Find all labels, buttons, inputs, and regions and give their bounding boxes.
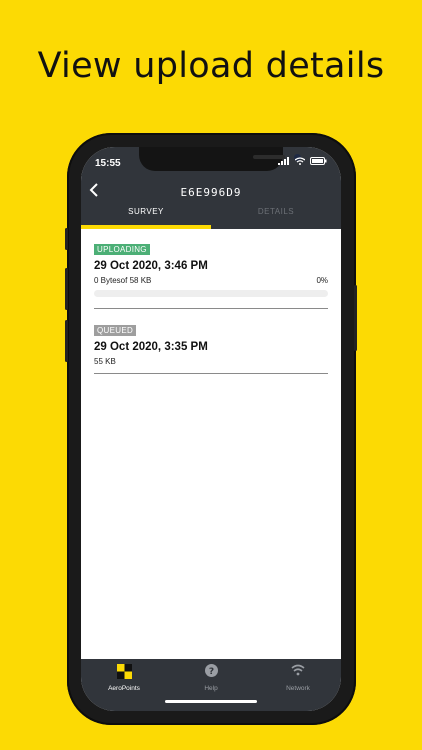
app-screen: 15:55 E6E996D9 SURVEY DETAILS UPLOADING …: [81, 147, 341, 711]
upload-item[interactable]: UPLOADING 29 Oct 2020, 3:46 PM 0 Bytesof…: [94, 239, 328, 285]
divider: [94, 308, 328, 309]
aeropoints-logo-icon: [117, 664, 132, 679]
signal-icon: [278, 157, 289, 165]
nav-label: Network: [286, 685, 310, 692]
nav-help[interactable]: ? Help: [168, 659, 254, 711]
wifi-status-icon: [295, 157, 305, 165]
upload-date: 29 Oct 2020, 3:35 PM: [94, 341, 208, 353]
status-time: 15:55: [95, 158, 121, 169]
upload-size: 0 Bytesof 58 KB: [94, 276, 152, 285]
status-badge: UPLOADING: [94, 244, 150, 255]
bottom-nav: AeroPoints ? Help Network: [81, 659, 341, 711]
nav-label: AeroPoints: [108, 685, 140, 692]
wifi-icon: [291, 664, 305, 676]
mute-switch: [65, 228, 68, 250]
headline: View upload details: [37, 46, 385, 86]
divider: [94, 373, 328, 374]
nav-label: Help: [204, 685, 218, 692]
status-badge: QUEUED: [94, 325, 137, 336]
upload-size: 55 KB: [94, 357, 116, 366]
status-icons: [278, 157, 327, 165]
volume-down-button: [65, 320, 68, 362]
svg-text:?: ?: [209, 667, 214, 677]
home-indicator[interactable]: [165, 700, 257, 703]
notch: [139, 147, 301, 171]
tab-survey[interactable]: SURVEY: [81, 207, 211, 216]
top-app-bar: 15:55 E6E996D9 SURVEY DETAILS: [81, 147, 341, 229]
nav-aeropoints[interactable]: AeroPoints: [81, 659, 167, 711]
upload-percent: 0%: [316, 276, 328, 285]
power-button: [354, 285, 357, 351]
upload-item[interactable]: QUEUED 29 Oct 2020, 3:35 PM 55 KB: [94, 320, 328, 366]
nav-network[interactable]: Network: [255, 659, 341, 711]
battery-icon: [310, 157, 327, 165]
upload-progress-bar: [94, 290, 328, 297]
help-icon: ?: [205, 664, 218, 677]
volume-up-button: [65, 268, 68, 310]
page-title: E6E996D9: [180, 186, 242, 199]
upload-date: 29 Oct 2020, 3:46 PM: [94, 260, 208, 272]
tab-details[interactable]: DETAILS: [211, 207, 341, 216]
tab-indicator: [81, 225, 211, 229]
